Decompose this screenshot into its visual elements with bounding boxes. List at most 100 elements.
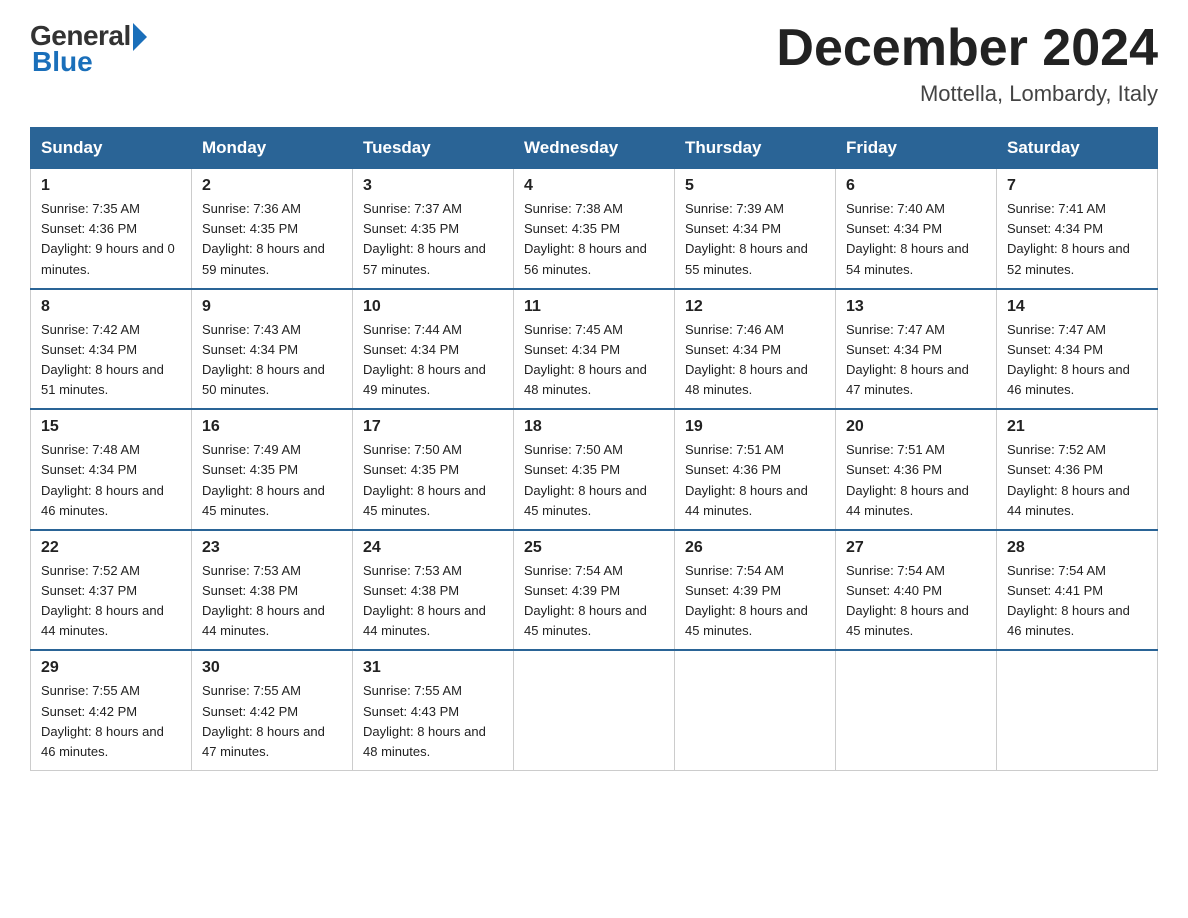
day-cell: 3 Sunrise: 7:37 AMSunset: 4:35 PMDayligh…	[353, 169, 514, 289]
day-cell	[514, 650, 675, 770]
day-cell: 30 Sunrise: 7:55 AMSunset: 4:42 PMDaylig…	[192, 650, 353, 770]
header-wednesday: Wednesday	[514, 128, 675, 169]
day-number: 21	[1007, 418, 1147, 436]
day-number: 28	[1007, 539, 1147, 557]
header-monday: Monday	[192, 128, 353, 169]
day-cell: 26 Sunrise: 7:54 AMSunset: 4:39 PMDaylig…	[675, 530, 836, 651]
day-info: Sunrise: 7:42 AMSunset: 4:34 PMDaylight:…	[41, 322, 164, 397]
day-info: Sunrise: 7:55 AMSunset: 4:42 PMDaylight:…	[202, 683, 325, 758]
day-number: 19	[685, 418, 825, 436]
day-cell	[997, 650, 1158, 770]
day-cell: 6 Sunrise: 7:40 AMSunset: 4:34 PMDayligh…	[836, 169, 997, 289]
day-cell: 4 Sunrise: 7:38 AMSunset: 4:35 PMDayligh…	[514, 169, 675, 289]
day-number: 23	[202, 539, 342, 557]
day-info: Sunrise: 7:54 AMSunset: 4:41 PMDaylight:…	[1007, 563, 1130, 638]
day-number: 5	[685, 177, 825, 195]
week-row-3: 15 Sunrise: 7:48 AMSunset: 4:34 PMDaylig…	[31, 409, 1158, 530]
day-cell: 27 Sunrise: 7:54 AMSunset: 4:40 PMDaylig…	[836, 530, 997, 651]
day-cell: 29 Sunrise: 7:55 AMSunset: 4:42 PMDaylig…	[31, 650, 192, 770]
day-cell	[675, 650, 836, 770]
day-cell: 31 Sunrise: 7:55 AMSunset: 4:43 PMDaylig…	[353, 650, 514, 770]
day-cell: 2 Sunrise: 7:36 AMSunset: 4:35 PMDayligh…	[192, 169, 353, 289]
header-row: SundayMondayTuesdayWednesdayThursdayFrid…	[31, 128, 1158, 169]
day-number: 7	[1007, 177, 1147, 195]
day-number: 3	[363, 177, 503, 195]
header-friday: Friday	[836, 128, 997, 169]
day-number: 2	[202, 177, 342, 195]
day-number: 22	[41, 539, 181, 557]
page-header: General Blue December 2024 Mottella, Lom…	[30, 20, 1158, 107]
day-number: 26	[685, 539, 825, 557]
day-cell: 13 Sunrise: 7:47 AMSunset: 4:34 PMDaylig…	[836, 289, 997, 410]
week-row-1: 1 Sunrise: 7:35 AMSunset: 4:36 PMDayligh…	[31, 169, 1158, 289]
day-info: Sunrise: 7:43 AMSunset: 4:34 PMDaylight:…	[202, 322, 325, 397]
day-cell: 24 Sunrise: 7:53 AMSunset: 4:38 PMDaylig…	[353, 530, 514, 651]
day-cell: 20 Sunrise: 7:51 AMSunset: 4:36 PMDaylig…	[836, 409, 997, 530]
day-info: Sunrise: 7:53 AMSunset: 4:38 PMDaylight:…	[363, 563, 486, 638]
day-info: Sunrise: 7:35 AMSunset: 4:36 PMDaylight:…	[41, 201, 175, 276]
day-info: Sunrise: 7:50 AMSunset: 4:35 PMDaylight:…	[363, 442, 486, 517]
day-cell: 15 Sunrise: 7:48 AMSunset: 4:34 PMDaylig…	[31, 409, 192, 530]
day-number: 29	[41, 659, 181, 677]
day-number: 6	[846, 177, 986, 195]
calendar-table: SundayMondayTuesdayWednesdayThursdayFrid…	[30, 127, 1158, 771]
day-cell: 8 Sunrise: 7:42 AMSunset: 4:34 PMDayligh…	[31, 289, 192, 410]
day-cell	[836, 650, 997, 770]
day-number: 8	[41, 298, 181, 316]
month-title: December 2024	[776, 20, 1158, 77]
location-title: Mottella, Lombardy, Italy	[776, 81, 1158, 107]
day-info: Sunrise: 7:52 AMSunset: 4:37 PMDaylight:…	[41, 563, 164, 638]
day-cell: 25 Sunrise: 7:54 AMSunset: 4:39 PMDaylig…	[514, 530, 675, 651]
day-cell: 19 Sunrise: 7:51 AMSunset: 4:36 PMDaylig…	[675, 409, 836, 530]
day-number: 11	[524, 298, 664, 316]
day-info: Sunrise: 7:54 AMSunset: 4:39 PMDaylight:…	[685, 563, 808, 638]
day-number: 14	[1007, 298, 1147, 316]
day-cell: 9 Sunrise: 7:43 AMSunset: 4:34 PMDayligh…	[192, 289, 353, 410]
week-row-2: 8 Sunrise: 7:42 AMSunset: 4:34 PMDayligh…	[31, 289, 1158, 410]
day-info: Sunrise: 7:39 AMSunset: 4:34 PMDaylight:…	[685, 201, 808, 276]
day-cell: 1 Sunrise: 7:35 AMSunset: 4:36 PMDayligh…	[31, 169, 192, 289]
day-number: 13	[846, 298, 986, 316]
day-info: Sunrise: 7:41 AMSunset: 4:34 PMDaylight:…	[1007, 201, 1130, 276]
day-cell: 7 Sunrise: 7:41 AMSunset: 4:34 PMDayligh…	[997, 169, 1158, 289]
logo: General Blue	[30, 20, 147, 78]
day-cell: 14 Sunrise: 7:47 AMSunset: 4:34 PMDaylig…	[997, 289, 1158, 410]
title-block: December 2024 Mottella, Lombardy, Italy	[776, 20, 1158, 107]
logo-blue-text: Blue	[32, 46, 93, 78]
day-info: Sunrise: 7:52 AMSunset: 4:36 PMDaylight:…	[1007, 442, 1130, 517]
day-cell: 16 Sunrise: 7:49 AMSunset: 4:35 PMDaylig…	[192, 409, 353, 530]
day-info: Sunrise: 7:54 AMSunset: 4:39 PMDaylight:…	[524, 563, 647, 638]
day-cell: 11 Sunrise: 7:45 AMSunset: 4:34 PMDaylig…	[514, 289, 675, 410]
day-number: 12	[685, 298, 825, 316]
day-number: 31	[363, 659, 503, 677]
day-number: 15	[41, 418, 181, 436]
day-info: Sunrise: 7:47 AMSunset: 4:34 PMDaylight:…	[1007, 322, 1130, 397]
day-info: Sunrise: 7:47 AMSunset: 4:34 PMDaylight:…	[846, 322, 969, 397]
day-info: Sunrise: 7:55 AMSunset: 4:43 PMDaylight:…	[363, 683, 486, 758]
day-cell: 22 Sunrise: 7:52 AMSunset: 4:37 PMDaylig…	[31, 530, 192, 651]
day-number: 16	[202, 418, 342, 436]
day-info: Sunrise: 7:54 AMSunset: 4:40 PMDaylight:…	[846, 563, 969, 638]
header-saturday: Saturday	[997, 128, 1158, 169]
day-number: 17	[363, 418, 503, 436]
week-row-5: 29 Sunrise: 7:55 AMSunset: 4:42 PMDaylig…	[31, 650, 1158, 770]
day-cell: 28 Sunrise: 7:54 AMSunset: 4:41 PMDaylig…	[997, 530, 1158, 651]
day-number: 1	[41, 177, 181, 195]
header-thursday: Thursday	[675, 128, 836, 169]
day-number: 9	[202, 298, 342, 316]
day-cell: 5 Sunrise: 7:39 AMSunset: 4:34 PMDayligh…	[675, 169, 836, 289]
day-number: 25	[524, 539, 664, 557]
day-info: Sunrise: 7:44 AMSunset: 4:34 PMDaylight:…	[363, 322, 486, 397]
day-number: 24	[363, 539, 503, 557]
week-row-4: 22 Sunrise: 7:52 AMSunset: 4:37 PMDaylig…	[31, 530, 1158, 651]
day-info: Sunrise: 7:36 AMSunset: 4:35 PMDaylight:…	[202, 201, 325, 276]
day-cell: 18 Sunrise: 7:50 AMSunset: 4:35 PMDaylig…	[514, 409, 675, 530]
day-info: Sunrise: 7:40 AMSunset: 4:34 PMDaylight:…	[846, 201, 969, 276]
day-info: Sunrise: 7:49 AMSunset: 4:35 PMDaylight:…	[202, 442, 325, 517]
header-tuesday: Tuesday	[353, 128, 514, 169]
day-number: 30	[202, 659, 342, 677]
day-cell: 12 Sunrise: 7:46 AMSunset: 4:34 PMDaylig…	[675, 289, 836, 410]
day-number: 10	[363, 298, 503, 316]
day-number: 27	[846, 539, 986, 557]
day-cell: 21 Sunrise: 7:52 AMSunset: 4:36 PMDaylig…	[997, 409, 1158, 530]
